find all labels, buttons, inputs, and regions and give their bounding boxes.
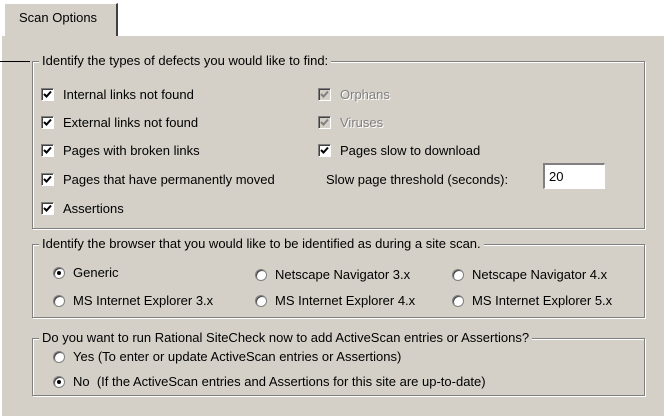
- radio-sitecheck-yes-circle[interactable]: [53, 350, 65, 363]
- tab-scan-options[interactable]: Scan Options: [4, 3, 118, 36]
- slow-page-threshold-label: Slow page threshold (seconds):: [326, 172, 509, 187]
- checkbox-permanently-moved[interactable]: Pages that have permanently moved: [41, 172, 275, 187]
- radio-sitecheck-yes-label: Yes (To enter or update ActiveScan entri…: [73, 349, 402, 364]
- checkbox-broken-links-box[interactable]: [41, 144, 54, 157]
- checkbox-assertions-label: Assertions: [63, 201, 124, 216]
- radio-ie-4[interactable]: MS Internet Explorer 4.x: [255, 293, 415, 308]
- checkbox-viruses-box: [318, 116, 331, 129]
- checkbox-external-links-label: External links not found: [63, 115, 199, 130]
- radio-sitecheck-yes[interactable]: Yes (To enter or update ActiveScan entri…: [53, 349, 401, 364]
- callout-pointer-line: [0, 61, 30, 62]
- slow-page-threshold-input[interactable]: [543, 163, 605, 189]
- radio-sitecheck-no-label: No (If the ActiveScan entries and Assert…: [73, 374, 486, 389]
- checkbox-permanently-moved-box[interactable]: [41, 173, 54, 186]
- radio-generic-label: Generic: [73, 265, 119, 280]
- tab-scan-options-label: Scan Options: [19, 10, 98, 25]
- radio-ie-5-label: MS Internet Explorer 5.x: [472, 293, 613, 308]
- checkbox-orphans-box: [318, 88, 331, 101]
- checkbox-internal-links[interactable]: Internal links not found: [41, 87, 194, 102]
- sitecheck-group-legend: Do you want to run Rational SiteCheck no…: [39, 330, 533, 345]
- radio-netscape-3[interactable]: Netscape Navigator 3.x: [255, 267, 410, 282]
- panel-left-edge: [0, 35, 2, 416]
- radio-ie-4-circle[interactable]: [255, 294, 267, 307]
- radio-selected-dot: [57, 270, 61, 275]
- scan-options-panel: Scan Options Identify the types of defec…: [0, 0, 664, 416]
- checkbox-assertions-box[interactable]: [41, 202, 54, 215]
- radio-sitecheck-no[interactable]: No (If the ActiveScan entries and Assert…: [53, 374, 486, 389]
- radio-netscape-4[interactable]: Netscape Navigator 4.x: [452, 267, 607, 282]
- checkbox-orphans-label: Orphans: [340, 87, 390, 102]
- radio-netscape-3-circle[interactable]: [255, 268, 267, 281]
- tab-strip-divider: [118, 35, 664, 36]
- checkbox-external-links[interactable]: External links not found: [41, 115, 198, 130]
- checkbox-viruses-label: Viruses: [340, 115, 384, 130]
- checkbox-permanently-moved-label: Pages that have permanently moved: [63, 172, 275, 187]
- radio-netscape-4-circle[interactable]: [452, 268, 464, 281]
- checkbox-slow-download[interactable]: Pages slow to download: [318, 143, 480, 158]
- radio-selected-dot: [57, 379, 61, 384]
- radio-ie-5[interactable]: MS Internet Explorer 5.x: [452, 293, 612, 308]
- radio-generic[interactable]: Generic: [53, 265, 119, 280]
- checkbox-broken-links[interactable]: Pages with broken links: [41, 143, 200, 158]
- checkbox-assertions[interactable]: Assertions: [41, 201, 124, 216]
- radio-netscape-4-label: Netscape Navigator 4.x: [472, 267, 608, 282]
- radio-ie-5-circle[interactable]: [452, 294, 464, 307]
- checkbox-internal-links-label: Internal links not found: [63, 87, 194, 102]
- radio-ie-3-circle[interactable]: [53, 294, 65, 307]
- radio-generic-circle[interactable]: [53, 266, 65, 279]
- browser-group-legend: Identify the browser that you would like…: [39, 236, 484, 251]
- checkbox-external-links-box[interactable]: [41, 116, 54, 129]
- checkbox-broken-links-label: Pages with broken links: [63, 143, 200, 158]
- defects-group-legend: Identify the types of defects you would …: [39, 53, 332, 68]
- checkbox-slow-download-label: Pages slow to download: [340, 143, 481, 158]
- radio-sitecheck-no-circle[interactable]: [53, 375, 65, 388]
- checkbox-internal-links-box[interactable]: [41, 88, 54, 101]
- radio-ie-3-label: MS Internet Explorer 3.x: [73, 293, 214, 308]
- radio-ie-3[interactable]: MS Internet Explorer 3.x: [53, 293, 213, 308]
- checkbox-orphans: Orphans: [318, 87, 390, 102]
- checkbox-slow-download-box[interactable]: [318, 144, 331, 157]
- radio-netscape-3-label: Netscape Navigator 3.x: [275, 267, 411, 282]
- checkbox-viruses: Viruses: [318, 115, 383, 130]
- radio-ie-4-label: MS Internet Explorer 4.x: [275, 293, 416, 308]
